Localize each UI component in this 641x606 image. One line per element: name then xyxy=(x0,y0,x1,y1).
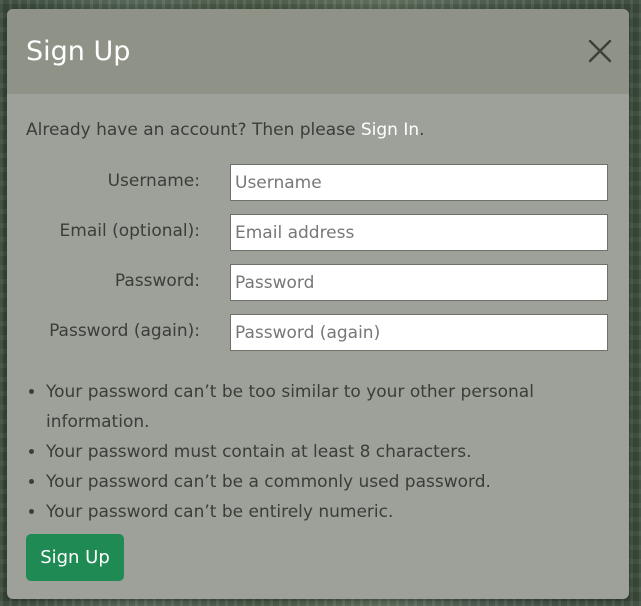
password-help-item: Your password must contain at least 8 ch… xyxy=(46,437,566,467)
signin-prompt: Already have an account? Then please Sig… xyxy=(26,118,609,142)
password-help-item: Your password can’t be a commonly used p… xyxy=(46,467,566,497)
signin-prompt-text: Already have an account? Then please xyxy=(26,120,361,140)
signup-modal: Sign Up Already have an account? Then pl… xyxy=(7,9,629,599)
password-help-list: Your password can’t be too similar to yo… xyxy=(26,377,566,527)
modal-title: Sign Up xyxy=(26,36,131,67)
form-row-password: Password: xyxy=(26,264,609,301)
form-row-email: Email (optional): xyxy=(26,214,609,251)
close-button[interactable] xyxy=(587,38,613,64)
signin-prompt-suffix: . xyxy=(419,120,425,140)
signup-submit-button[interactable]: Sign Up xyxy=(26,534,124,581)
form-row-password-again: Password (again): xyxy=(26,314,609,351)
modal-header: Sign Up xyxy=(7,9,629,94)
signin-link[interactable]: Sign In xyxy=(361,120,419,140)
password-label: Password: xyxy=(114,271,200,291)
close-icon xyxy=(588,39,612,63)
password-help-item: Your password can’t be entirely numeric. xyxy=(46,497,566,527)
password-again-input[interactable] xyxy=(230,314,608,351)
username-input[interactable] xyxy=(230,164,608,201)
form-row-username: Username: xyxy=(26,164,609,201)
modal-body: Already have an account? Then please Sig… xyxy=(26,118,609,581)
password-help-item: Your password can’t be too similar to yo… xyxy=(46,377,566,437)
email-input[interactable] xyxy=(230,214,608,251)
username-label: Username: xyxy=(107,171,200,191)
password-input[interactable] xyxy=(230,264,608,301)
password-again-label: Password (again): xyxy=(49,321,200,341)
email-label: Email (optional): xyxy=(59,221,200,241)
